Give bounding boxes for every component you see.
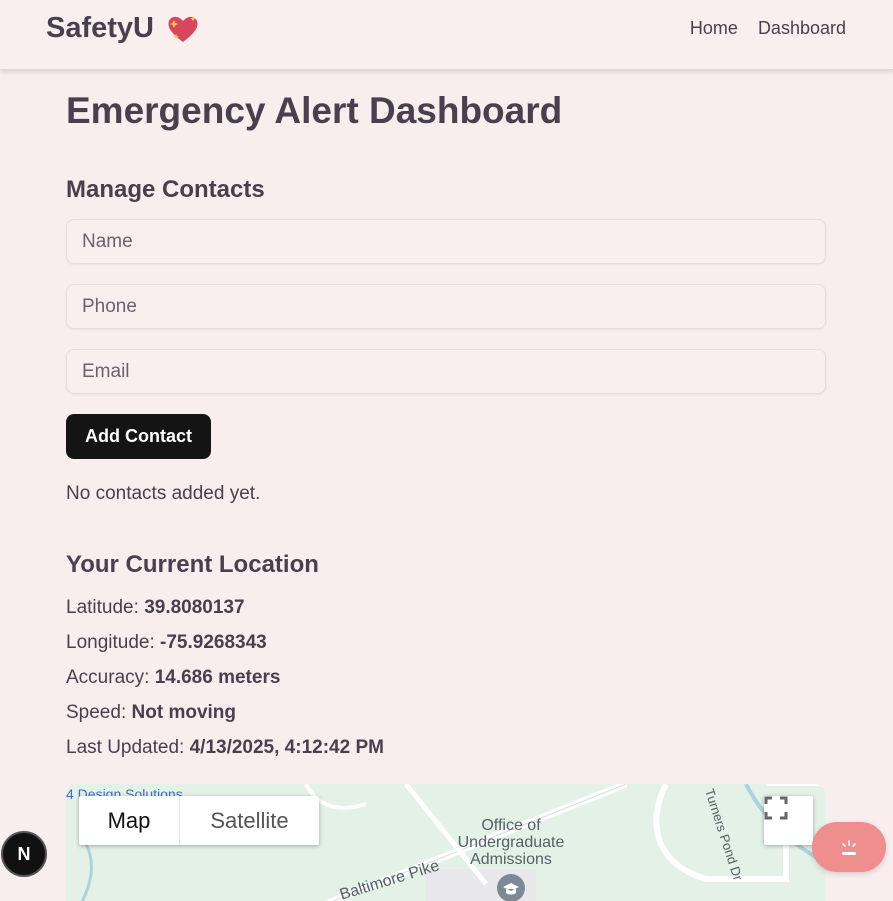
fullscreen-icon [764,796,788,820]
add-contact-button[interactable]: Add Contact [66,414,211,459]
longitude-value: -75.9268343 [160,632,267,653]
sparkling-heart-icon [166,14,200,44]
map-type-satellite-button[interactable]: Satellite [180,796,319,845]
accuracy-row: Accuracy: 14.686 meters [66,667,280,689]
page-title: Emergency Alert Dashboard [66,90,563,131]
emergency-alert-button[interactable] [812,822,886,872]
brand-name: SafetyU [46,12,154,44]
name-input[interactable] [66,219,826,264]
map-fullscreen-button[interactable] [764,796,813,845]
nav-link-dashboard[interactable]: Dashboard [758,18,846,39]
brand[interactable]: SafetyU [46,12,200,45]
map-type-control: Map Satellite [79,796,319,845]
last-updated-row: Last Updated: 4/13/2025, 4:12:42 PM [66,737,384,759]
latitude-row: Latitude: 39.8080137 [66,597,245,619]
nav-links: Home Dashboard [690,18,846,39]
longitude-row: Longitude: -75.9268343 [66,632,267,654]
empty-contacts-message: No contacts added yet. [66,483,261,504]
map-place-label[interactable]: Office of Undergraduate Admissions [446,817,576,868]
nav-link-home[interactable]: Home [690,18,738,39]
phone-input[interactable] [66,284,826,329]
last-updated-value: 4/13/2025, 4:12:42 PM [189,737,384,758]
alert-light-icon [842,840,856,855]
latitude-value: 39.8080137 [144,597,245,618]
last-updated-label: Last Updated: [66,737,185,758]
accuracy-value: 14.686 meters [154,667,281,688]
speed-value: Not moving [131,702,237,723]
manage-contacts-title: Manage Contacts [66,176,265,203]
accuracy-label: Accuracy: [66,667,150,688]
speed-row: Speed: Not moving [66,702,236,724]
latitude-label: Latitude: [66,597,139,618]
location-map[interactable]: 4 Design Solutions Office of Undergradua… [66,784,826,901]
longitude-label: Longitude: [66,632,155,653]
email-input[interactable] [66,349,826,394]
map-type-map-button[interactable]: Map [79,796,180,845]
current-location-title: Your Current Location [66,551,319,578]
speed-label: Speed: [66,702,127,723]
dev-tools-badge[interactable]: N [1,831,47,877]
navbar: SafetyU Home Dashboard [0,0,893,70]
